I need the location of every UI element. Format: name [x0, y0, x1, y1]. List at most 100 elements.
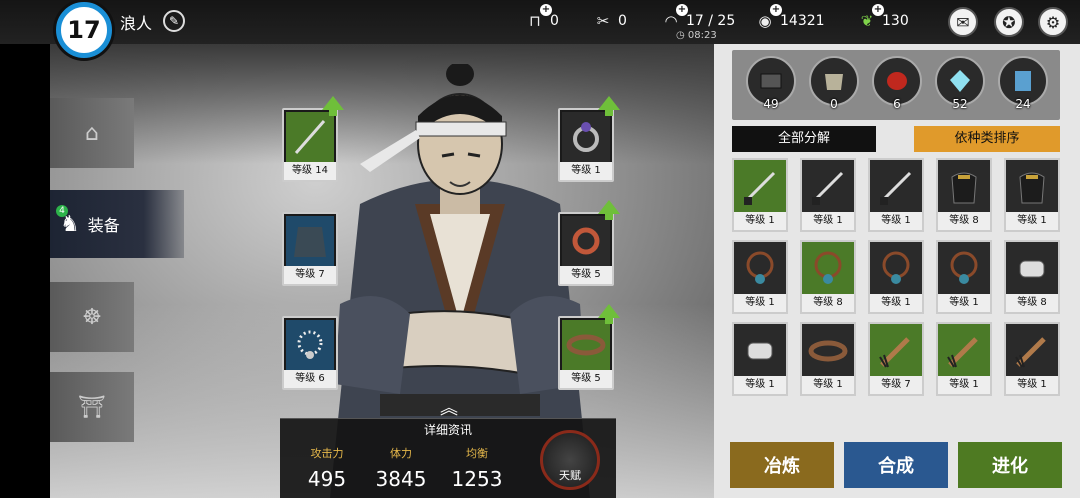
- inventory-item[interactable]: 等级 1: [936, 322, 992, 396]
- equip-slot-necklace[interactable]: 等级 6: [282, 316, 338, 390]
- inventory-item[interactable]: 等级 8: [800, 240, 856, 314]
- helmet-icon: ◠ +: [664, 4, 688, 30]
- resource-bandage[interactable]: ✂ 0: [592, 10, 627, 32]
- red-gem-icon: [887, 72, 907, 90]
- stamina-timer: ◷ 08:23: [676, 30, 717, 41]
- resource-jade[interactable]: ❦ + 130: [856, 4, 909, 32]
- inventory-item[interactable]: 等级 1: [800, 158, 856, 232]
- evolve-button[interactable]: 进化: [958, 442, 1062, 488]
- blue-crystal-icon: [950, 70, 970, 92]
- inventory-item-level: 等级 1: [734, 212, 786, 230]
- upgrade-arrow-icon: [598, 96, 620, 116]
- inventory-item-level: 等级 8: [1006, 294, 1058, 312]
- nav-equipment-label: 装备: [87, 216, 120, 235]
- equip-level: 等级 1: [560, 162, 612, 180]
- tassel-icon: [872, 326, 920, 376]
- player-level-badge[interactable]: 17: [56, 2, 112, 58]
- inventory-item-level: 等级 8: [802, 294, 854, 312]
- inventory-item-level: 等级 1: [870, 212, 922, 230]
- upgrade-arrow-icon: [598, 304, 620, 324]
- inventory-item[interactable]: 等级 8: [1004, 240, 1060, 314]
- inventory-item[interactable]: 等级 1: [868, 158, 924, 232]
- inventory-item-level: 等级 1: [802, 212, 854, 230]
- inventory-item[interactable]: 等级 8: [936, 158, 992, 232]
- equip-level: 等级 7: [284, 266, 336, 284]
- katana-icon: [872, 162, 920, 212]
- inventory-item-level: 等级 1: [734, 376, 786, 394]
- resource-helmet[interactable]: ◠ + 17 / 25: [660, 4, 735, 32]
- tassel-icon: [1008, 326, 1056, 376]
- belt-icon: [804, 326, 852, 376]
- inventory-item-level: 等级 8: [938, 212, 990, 230]
- inventory-item[interactable]: 等级 1: [936, 240, 992, 314]
- resource-bed[interactable]: ⊓ + 0: [524, 4, 559, 32]
- inventory-item-level: 等级 1: [1006, 212, 1058, 230]
- katana-icon: [286, 112, 334, 162]
- expand-details-icon[interactable]: ︽: [440, 394, 458, 420]
- player-name: 浪人: [120, 14, 153, 33]
- equip-slot-charm[interactable]: 等级 5: [558, 212, 614, 286]
- nav-shop[interactable]: ⌂: [50, 98, 134, 168]
- charm-icon: [562, 216, 610, 266]
- gear-icon: ⚙: [1045, 12, 1061, 32]
- jade-icon: ❦ +: [860, 4, 884, 30]
- necklace-icon: [872, 244, 920, 294]
- inventory-item[interactable]: 等级 1: [732, 240, 788, 314]
- inventory-item-level: 等级 7: [870, 376, 922, 394]
- refine-button[interactable]: 冶炼: [730, 442, 834, 488]
- armor-icon: [1008, 162, 1056, 212]
- equipment-notification-badge: 4: [56, 205, 68, 217]
- inventory-item[interactable]: 等级 1: [732, 158, 788, 232]
- ring-icon: [562, 112, 610, 162]
- settings-button[interactable]: ⚙: [1038, 7, 1068, 37]
- meditation-icon: ☸: [82, 304, 102, 330]
- inventory-item[interactable]: 等级 1: [868, 240, 924, 314]
- upgrade-arrow-icon: [322, 96, 344, 116]
- award-icon: ✪: [1002, 12, 1016, 32]
- shop-icon: ⌂: [85, 120, 99, 146]
- inventory-item[interactable]: 等级 1: [1004, 158, 1060, 232]
- equip-slot-armor[interactable]: 等级 7: [282, 212, 338, 286]
- inventory-item-level: 等级 1: [938, 376, 990, 394]
- ink-stone-icon: [760, 73, 782, 89]
- nav-equipment[interactable]: ♞ 装备: [50, 190, 184, 258]
- dismantle-all-button[interactable]: 全部分解: [732, 126, 876, 152]
- combine-button[interactable]: 合成: [844, 442, 948, 488]
- mail-button[interactable]: ✉: [948, 7, 978, 37]
- equip-level: 等级 5: [560, 370, 612, 388]
- equip-slot-belt[interactable]: 等级 5: [558, 316, 614, 390]
- belt-icon: [562, 320, 610, 370]
- sort-by-type-button[interactable]: 依种类排序: [914, 126, 1060, 152]
- talent-button[interactable]: 天赋: [540, 430, 600, 490]
- material-count: 52: [952, 97, 968, 111]
- inventory-item-level: 等级 1: [802, 376, 854, 394]
- equip-level: 等级 14: [284, 162, 336, 180]
- inventory-item[interactable]: 等级 1: [800, 322, 856, 396]
- inventory-item[interactable]: 等级 1: [1004, 322, 1060, 396]
- inventory-item[interactable]: 等级 1: [732, 322, 788, 396]
- inventory-item-level: 等级 1: [734, 294, 786, 312]
- resource-coin[interactable]: ◉ + 14321: [754, 4, 825, 32]
- inventory-item[interactable]: 等级 7: [868, 322, 924, 396]
- nav-shrine[interactable]: ⛩: [50, 372, 134, 442]
- edit-name-icon[interactable]: ✎: [163, 10, 185, 32]
- equip-level: 等级 6: [284, 370, 336, 388]
- achievement-button[interactable]: ✪: [994, 7, 1024, 37]
- bed-count: 0: [550, 13, 559, 29]
- bracer-icon: [1008, 244, 1056, 294]
- nav-meditation[interactable]: ☸: [50, 282, 134, 352]
- equip-level: 等级 5: [560, 266, 612, 284]
- coin-count: 14321: [780, 13, 825, 29]
- stat-stamina: 体力 3845: [375, 447, 427, 491]
- prayer-beads-icon: [286, 320, 334, 370]
- inventory-item-level: 等级 1: [938, 294, 990, 312]
- equip-slot-ring[interactable]: 等级 1: [558, 108, 614, 182]
- cloth-icon: [825, 74, 843, 90]
- tassel-icon: [940, 326, 988, 376]
- stat-balance: 均衡 1253: [451, 447, 503, 491]
- upgrade-arrow-icon: [598, 200, 620, 220]
- armor-icon: [940, 162, 988, 212]
- coin-icon: ◉ +: [758, 4, 782, 30]
- robe-icon: [286, 216, 334, 266]
- equip-slot-weapon[interactable]: 等级 14: [282, 108, 338, 182]
